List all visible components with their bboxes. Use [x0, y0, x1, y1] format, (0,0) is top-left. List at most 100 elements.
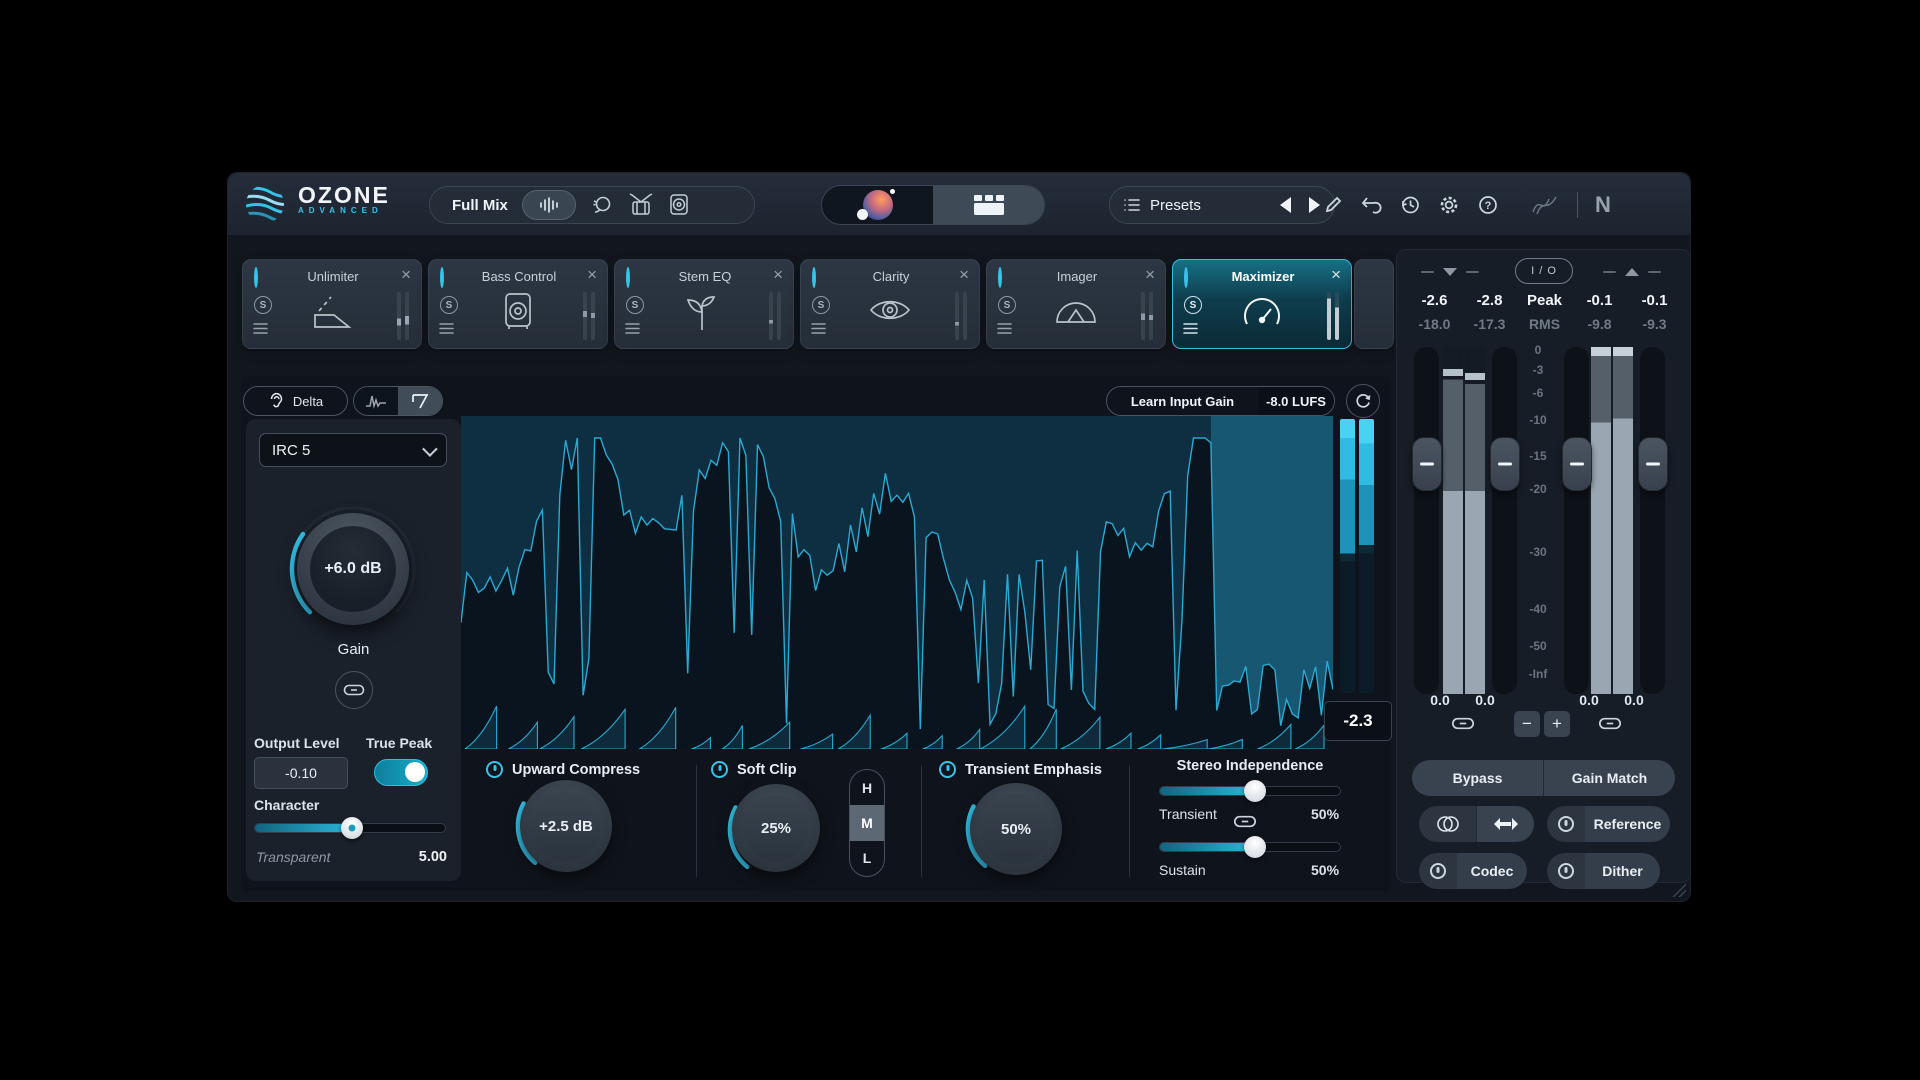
reference-power-button[interactable] — [1547, 806, 1585, 842]
resize-grip[interactable] — [1672, 883, 1686, 897]
slider-handle[interactable] — [1244, 780, 1266, 802]
gain-match-button[interactable]: Gain Match — [1544, 760, 1675, 796]
mono-stereo-button[interactable] — [1419, 806, 1476, 842]
bypass-button[interactable]: Bypass — [1412, 760, 1543, 796]
settings-gear-icon[interactable] — [1438, 194, 1460, 216]
upward-compress-power-button[interactable] — [486, 761, 503, 778]
character-slider[interactable] — [254, 823, 446, 833]
stem-fullmix-button[interactable] — [522, 190, 576, 220]
help-icon[interactable]: ? — [1477, 194, 1499, 216]
true-peak-toggle[interactable] — [374, 759, 428, 786]
true-peak-label: True Peak — [366, 735, 432, 751]
output-fader-right-handle[interactable] — [1638, 437, 1668, 491]
stereo-link-button[interactable] — [1233, 814, 1257, 829]
output-fader-track-left[interactable] — [1564, 347, 1589, 694]
slider-fill — [255, 824, 349, 832]
history-icon[interactable] — [1399, 194, 1421, 216]
upward-compress-knob[interactable]: +2.5 dB — [520, 780, 612, 872]
sustain-slider[interactable] — [1159, 842, 1341, 852]
eye-icon — [801, 290, 979, 330]
close-icon[interactable]: × — [1145, 265, 1155, 285]
band-mid-button[interactable]: M — [850, 805, 884, 840]
reference-button[interactable]: Reference — [1585, 806, 1670, 842]
meter-range-down[interactable] — [1421, 268, 1479, 276]
close-icon[interactable]: × — [401, 265, 411, 285]
gain-link-button[interactable] — [335, 671, 373, 709]
output-link-button[interactable] — [1598, 716, 1622, 731]
slider-handle[interactable] — [341, 817, 363, 839]
delta-button[interactable]: Delta — [243, 386, 348, 416]
module-title: Clarity — [837, 269, 945, 284]
close-icon[interactable]: × — [587, 265, 597, 285]
module-card-stem-eq[interactable]: Stem EQ × S — [614, 259, 794, 349]
output-fader-track-right[interactable] — [1640, 347, 1665, 694]
output-level-value[interactable]: -0.10 — [254, 757, 348, 789]
power-icon[interactable] — [998, 267, 1002, 288]
lufs-target-value[interactable]: -8.0 LUFS — [1258, 387, 1334, 415]
module-card-imager[interactable]: Imager × S — [986, 259, 1166, 349]
loop-refresh-button[interactable] — [1346, 384, 1380, 418]
stem-bass-button[interactable] — [668, 193, 698, 217]
close-icon[interactable]: × — [959, 265, 969, 285]
input-link-button[interactable] — [1451, 716, 1475, 731]
module-card-unlimiter[interactable]: Unlimiter × S — [242, 259, 422, 349]
sustain-value: 50% — [1311, 862, 1339, 878]
input-meter-right — [1465, 347, 1485, 694]
io-badge[interactable]: I / O — [1515, 258, 1573, 284]
ozone-logo-icon — [244, 183, 286, 225]
link-icon — [1451, 716, 1475, 731]
codec-power-button[interactable] — [1419, 853, 1457, 889]
dither-power-button[interactable] — [1547, 853, 1585, 889]
stem-vocals-button[interactable] — [590, 193, 614, 217]
meter-range-up[interactable] — [1603, 268, 1661, 276]
close-icon[interactable]: × — [1331, 265, 1341, 285]
input-fader-right-handle[interactable] — [1490, 437, 1520, 491]
power-icon[interactable] — [1184, 267, 1188, 288]
power-icon[interactable] — [254, 267, 258, 288]
input-fader-track-right[interactable] — [1492, 347, 1517, 694]
limiter-curve-mode-button[interactable] — [398, 387, 442, 415]
waveform-mode-button[interactable] — [354, 387, 398, 415]
soft-clip-knob[interactable]: 25% — [732, 784, 820, 872]
transient-emphasis-power-button[interactable] — [939, 761, 956, 778]
power-icon[interactable] — [440, 267, 444, 288]
preset-prev-button[interactable] — [1280, 197, 1291, 213]
output-fader-left-handle[interactable] — [1562, 437, 1592, 491]
slider-handle[interactable] — [1244, 836, 1266, 858]
link-icon — [1598, 716, 1622, 731]
preset-next-button[interactable] — [1309, 197, 1320, 213]
close-icon[interactable]: × — [773, 265, 783, 285]
learn-input-gain-button[interactable]: Learn Input Gain — [1107, 394, 1258, 409]
gain-knob[interactable]: +6.0 dB — [297, 513, 409, 625]
module-card-bass-control[interactable]: Bass Control × S — [428, 259, 608, 349]
transient-emphasis-knob[interactable]: 50% — [970, 783, 1062, 875]
transient-value: 50% — [1311, 806, 1339, 822]
presets-selector[interactable]: Presets — [1109, 186, 1335, 224]
scale-tick: -Inf — [1529, 667, 1548, 681]
view-toggle — [821, 185, 1045, 225]
input-fader-track-left[interactable] — [1414, 347, 1439, 694]
soft-clip-band-selector: H M L — [849, 769, 885, 877]
band-low-button[interactable]: L — [850, 841, 884, 876]
zoom-out-button[interactable]: − — [1514, 711, 1540, 737]
module-card-clarity[interactable]: Clarity × S — [800, 259, 980, 349]
stem-drums-button[interactable] — [628, 193, 654, 217]
zoom-in-button[interactable]: + — [1544, 711, 1570, 737]
power-icon[interactable] — [626, 267, 630, 288]
transient-slider[interactable] — [1159, 786, 1341, 796]
assistant-view-button[interactable] — [822, 186, 933, 224]
irc-mode-dropdown[interactable]: IRC 5 — [259, 433, 447, 467]
dither-button[interactable]: Dither — [1585, 853, 1660, 889]
rename-pencil-icon[interactable] — [1323, 195, 1343, 215]
modules-view-button[interactable] — [933, 186, 1044, 224]
toggle-knob — [405, 762, 425, 782]
band-high-button[interactable]: H — [850, 770, 884, 805]
scale-tick: -50 — [1529, 639, 1546, 653]
codec-button[interactable]: Codec — [1457, 853, 1527, 889]
undo-icon[interactable] — [1360, 195, 1382, 215]
module-card-maximizer[interactable]: Maximizer × S — [1172, 259, 1352, 349]
channel-swap-button[interactable] — [1477, 806, 1534, 842]
input-fader-left-handle[interactable] — [1412, 437, 1442, 491]
ear-icon — [268, 392, 285, 410]
power-icon[interactable] — [812, 267, 816, 288]
